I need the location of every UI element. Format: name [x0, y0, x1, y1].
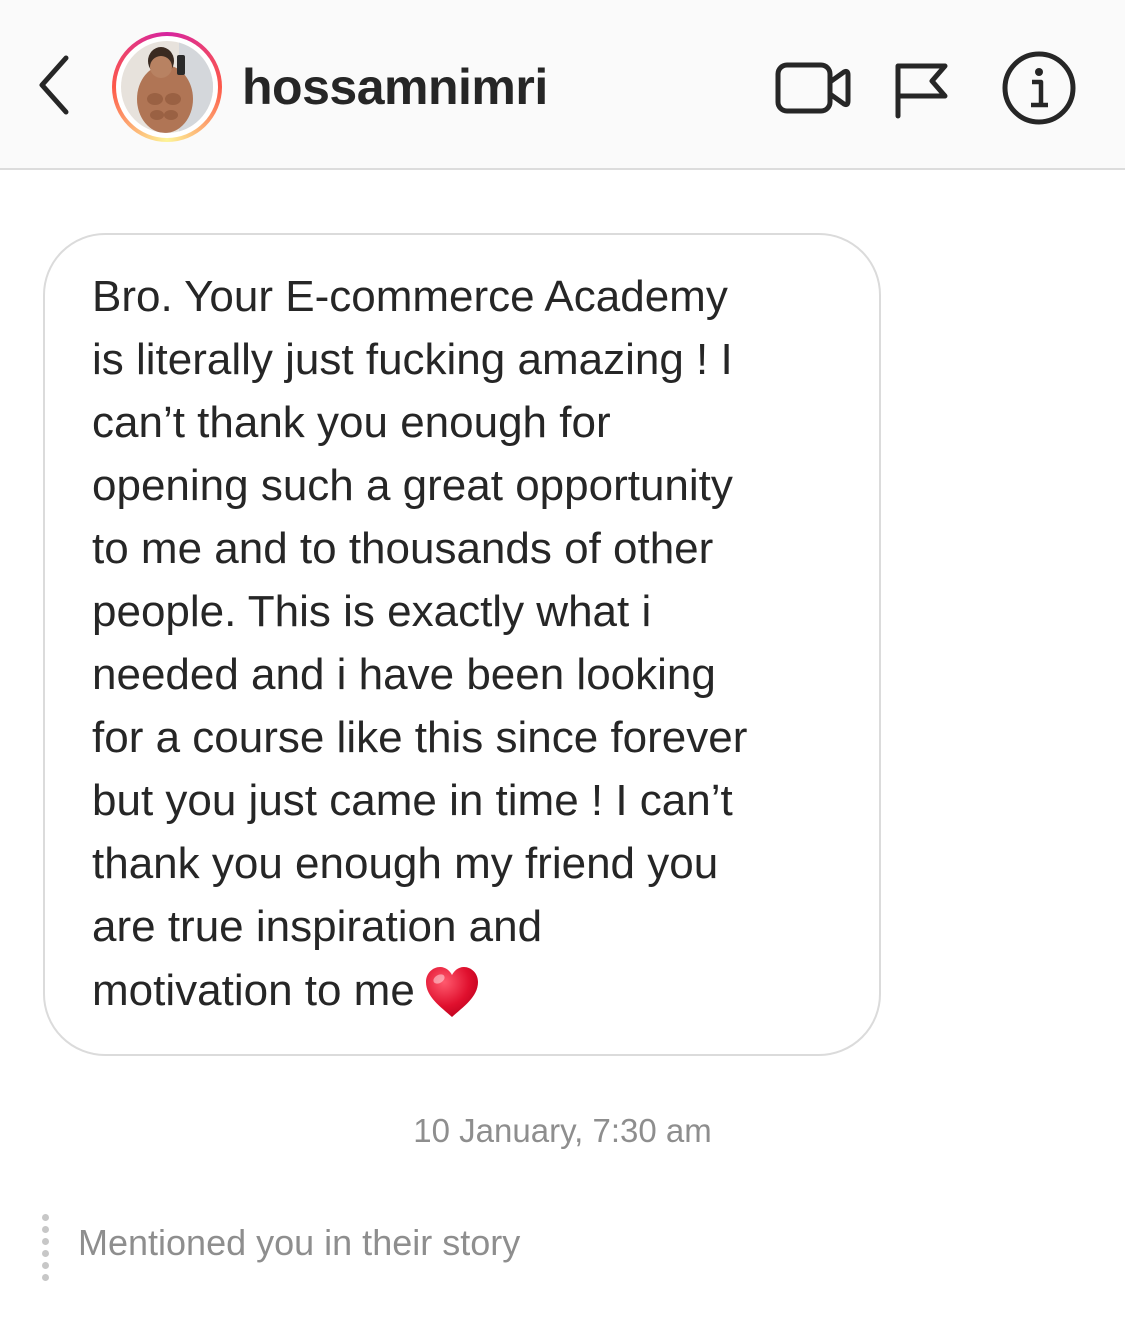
message-line: can’t thank you enough for: [92, 398, 611, 447]
profile-photo: [121, 41, 213, 133]
report-button[interactable]: [890, 52, 950, 122]
message-line: needed and i have been looking: [92, 650, 716, 699]
message-line: is literally just fucking amazing ! I: [92, 335, 733, 384]
story-mention-text[interactable]: Mentioned you in their story: [78, 1222, 520, 1264]
chevron-left-icon: [39, 55, 69, 115]
message-line: Bro. Your E-commerce Academy: [92, 272, 728, 321]
avatar[interactable]: [112, 32, 222, 142]
story-reply-indicator: [38, 1214, 52, 1288]
message-timestamp: 10 January, 7:30 am: [413, 1112, 712, 1149]
username[interactable]: hossamnimri: [242, 58, 548, 116]
back-button[interactable]: [30, 50, 80, 120]
message-last-line: motivation to me: [92, 965, 481, 1021]
video-call-button[interactable]: [774, 52, 854, 122]
message-line: to me and to thousands of other: [92, 524, 714, 573]
message-line: opening such a great opportunity: [92, 461, 733, 510]
flag-icon: [895, 63, 948, 119]
heart-icon: [425, 967, 478, 1017]
message-line: motivation to me: [92, 966, 415, 1015]
chat-header: hossamnimri: [0, 0, 1125, 170]
info-icon: [1002, 51, 1076, 125]
message-line: are true inspiration and: [92, 902, 543, 951]
info-button[interactable]: [1000, 49, 1078, 127]
message-line: for a course like this since forever: [92, 713, 748, 762]
message-line: thank you enough my friend you: [92, 839, 719, 888]
message-line: but you just came in time ! I can’t: [92, 776, 733, 825]
message-line: people. This is exactly what i: [92, 587, 652, 636]
video-camera-icon: [775, 62, 851, 114]
